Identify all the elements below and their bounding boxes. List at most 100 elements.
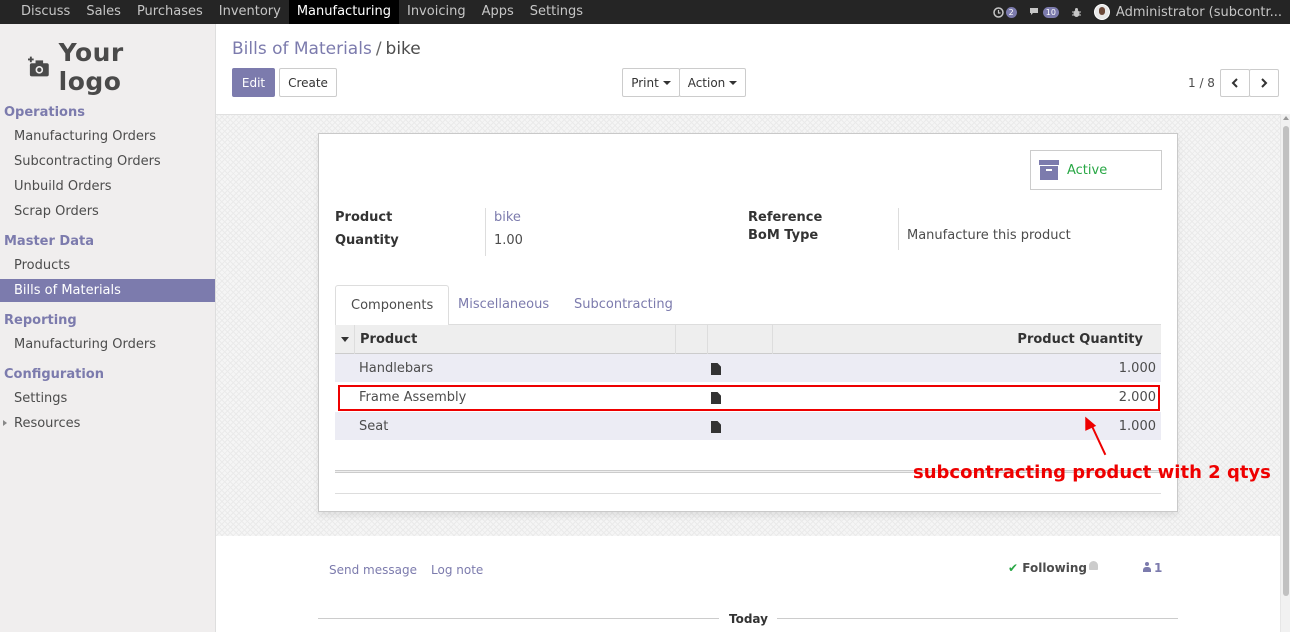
- top-navbar: Discuss Sales Purchases Inventory Manufa…: [0, 0, 1290, 24]
- activity-badge: 2: [1005, 6, 1017, 18]
- camera-plus-icon: [28, 56, 49, 77]
- archive-icon: [1039, 160, 1059, 180]
- field-divider: [485, 208, 486, 256]
- bell-icon[interactable]: [1088, 561, 1099, 572]
- form-sheet: Active Product Quantity bike 1.00 Refere…: [318, 133, 1178, 512]
- sidebar-item-label: Resources: [14, 416, 81, 431]
- sidebar-item-manufacturing-orders[interactable]: Manufacturing Orders: [0, 125, 215, 148]
- section-reporting: Reporting: [4, 313, 77, 328]
- print-label: Print: [631, 75, 659, 90]
- caret-down-icon[interactable]: [341, 337, 349, 342]
- scrollbar-thumb[interactable]: [1283, 126, 1289, 596]
- print-button[interactable]: Print: [622, 68, 680, 97]
- sidebar-item-bills-of-materials[interactable]: Bills of Materials: [0, 279, 215, 302]
- log-note-button[interactable]: Log note: [431, 563, 483, 577]
- tab-subcontracting[interactable]: Subcontracting: [559, 285, 688, 325]
- bom-type-field[interactable]: Manufacture this product: [907, 228, 1071, 243]
- menu-apps[interactable]: Apps: [474, 0, 522, 24]
- row-product: Frame Assembly: [359, 390, 467, 405]
- pager-previous-button[interactable]: [1220, 69, 1250, 97]
- annotation-text: subcontracting product with 2 qtys: [913, 462, 1271, 483]
- menu-manufacturing[interactable]: Manufacturing: [288, 0, 399, 24]
- file-icon[interactable]: [711, 363, 721, 375]
- active-status-label: Active: [1067, 162, 1108, 178]
- scrollbar[interactable]: [1280, 114, 1290, 632]
- breadcrumb-current: bike: [385, 39, 421, 59]
- company-logo[interactable]: Your logo: [28, 38, 188, 96]
- app-sidebar: Your logo Operations Manufacturing Order…: [0, 24, 216, 632]
- menu-inventory[interactable]: Inventory: [211, 0, 289, 24]
- user-icon: [1143, 562, 1151, 572]
- breadcrumb: Bills of Materials / bike: [232, 39, 421, 59]
- sidebar-item-scrap-orders[interactable]: Scrap Orders: [0, 200, 215, 223]
- column-header-product[interactable]: Product: [360, 325, 417, 354]
- menu-discuss[interactable]: Discuss: [13, 0, 78, 24]
- pager-next-button[interactable]: [1249, 69, 1279, 97]
- menu-sales[interactable]: Sales: [78, 0, 129, 24]
- column-separator: [772, 325, 773, 354]
- components-table: Product Product Quantity Handlebars 1.00…: [335, 325, 1161, 441]
- product-field[interactable]: bike: [494, 210, 521, 225]
- file-icon[interactable]: [711, 392, 721, 404]
- chevron-left-icon: [1231, 78, 1238, 88]
- active-toggle-button[interactable]: Active: [1030, 150, 1162, 190]
- breadcrumb-parent[interactable]: Bills of Materials: [232, 39, 372, 59]
- menu-invoicing[interactable]: Invoicing: [399, 0, 474, 24]
- chevron-right-icon: [1261, 78, 1268, 88]
- row-product: Handlebars: [359, 361, 434, 376]
- column-header-product-quantity[interactable]: Product Quantity: [1017, 325, 1143, 354]
- create-button[interactable]: Create: [279, 68, 337, 97]
- comments-icon: [1029, 8, 1038, 15]
- menu-purchases[interactable]: Purchases: [129, 0, 211, 24]
- sidebar-item-unbuild-orders[interactable]: Unbuild Orders: [0, 175, 215, 198]
- product-label: Product: [335, 210, 393, 225]
- scroll-up-icon: [1283, 116, 1289, 120]
- pager-value[interactable]: 1 / 8: [1188, 76, 1215, 90]
- messages-menu[interactable]: 10: [1029, 6, 1059, 18]
- edit-button[interactable]: Edit: [232, 68, 275, 97]
- table-row[interactable]: Seat 1.000: [335, 412, 1161, 441]
- debug-menu[interactable]: [1071, 7, 1082, 18]
- sidebar-item-subcontracting-orders[interactable]: Subcontracting Orders: [0, 150, 215, 173]
- file-icon[interactable]: [711, 421, 721, 433]
- row-product: Seat: [359, 419, 389, 434]
- column-separator: [354, 325, 355, 354]
- row-quantity: 2.000: [1118, 390, 1156, 405]
- check-icon: ✔: [1008, 561, 1019, 575]
- row-quantity: 1.000: [1118, 419, 1156, 434]
- action-button[interactable]: Action: [679, 68, 746, 97]
- sidebar-item-settings[interactable]: Settings: [0, 387, 215, 410]
- date-divider-line: [318, 618, 719, 619]
- user-name: Administrator (subcontr...: [1115, 4, 1282, 20]
- avatar: [1093, 4, 1110, 20]
- bom-type-label: BoM Type: [748, 228, 819, 243]
- followers-count: 1: [1154, 561, 1163, 575]
- tab-miscellaneous[interactable]: Miscellaneous: [443, 285, 564, 325]
- caret-down-icon: [662, 80, 671, 85]
- section-configuration: Configuration: [4, 367, 104, 382]
- sidebar-item-resources[interactable]: Resources: [0, 412, 215, 435]
- sidebar-item-reporting-manufacturing-orders[interactable]: Manufacturing Orders: [0, 333, 215, 356]
- caret-right-icon: [3, 420, 7, 426]
- section-operations: Operations: [4, 105, 85, 120]
- breadcrumb-separator: /: [375, 39, 382, 59]
- following-label: Following: [1022, 561, 1088, 575]
- followers-button[interactable]: 1: [1143, 561, 1162, 575]
- logo-text: Your logo: [58, 38, 124, 96]
- notebook-tabs: Components Miscellaneous Subcontracting: [335, 285, 1161, 326]
- tab-components[interactable]: Components: [335, 285, 450, 326]
- user-menu[interactable]: Administrator (subcontr...: [1093, 4, 1282, 20]
- quantity-field[interactable]: 1.00: [494, 233, 523, 248]
- column-separator: [707, 325, 708, 354]
- table-row[interactable]: Frame Assembly 2.000: [335, 383, 1161, 412]
- row-quantity: 1.000: [1118, 361, 1156, 376]
- activity-menu[interactable]: 2: [992, 6, 1017, 18]
- action-label: Action: [687, 75, 726, 90]
- send-message-button[interactable]: Send message: [329, 563, 417, 577]
- main-menu: Discuss Sales Purchases Inventory Manufa…: [0, 0, 591, 24]
- menu-settings[interactable]: Settings: [522, 0, 591, 24]
- sidebar-item-products[interactable]: Products: [0, 254, 215, 277]
- following-button[interactable]: ✔ Following: [1008, 561, 1087, 575]
- table-row[interactable]: Handlebars 1.000: [335, 354, 1161, 383]
- table-header: Product Product Quantity: [335, 325, 1161, 354]
